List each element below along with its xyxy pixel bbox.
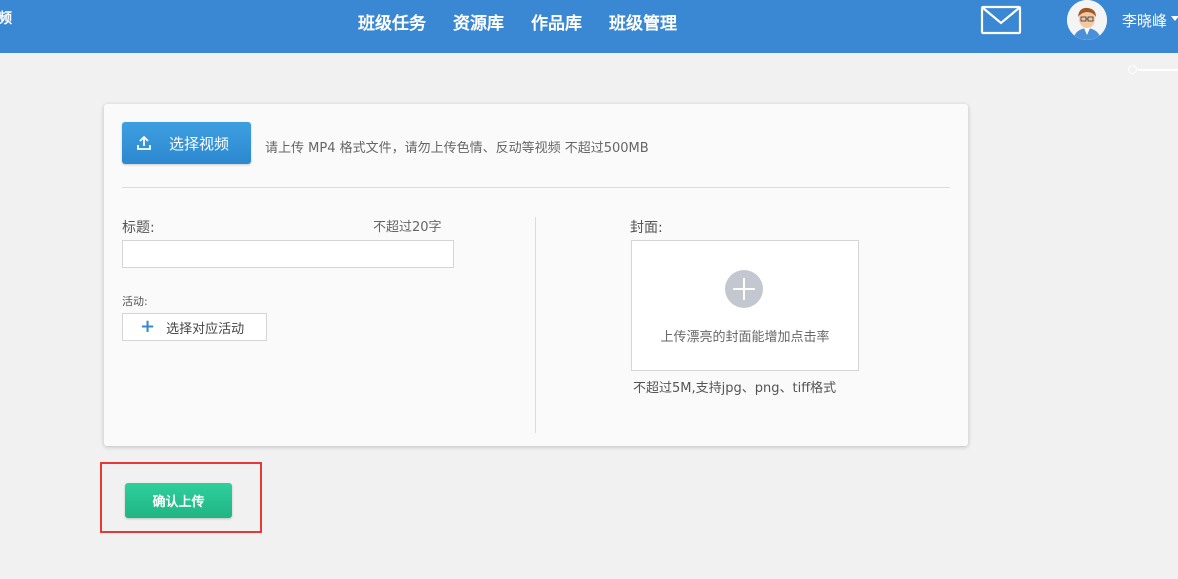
upload-card: 选择视频 请上传 MP4 格式文件，请勿上传色情、反动等视频 不超过500MB … <box>104 104 968 446</box>
cover-limit-hint: 不超过5M,支持jpg、png、tiff格式 <box>633 381 837 396</box>
mail-icon[interactable] <box>980 4 1022 36</box>
add-cover-icon <box>725 270 763 308</box>
cover-hint: 上传漂亮的封面能增加点击率 <box>660 330 830 345</box>
cover-upload-area[interactable]: 上传漂亮的封面能增加点击率 <box>631 240 859 371</box>
decorative-line <box>1138 69 1178 71</box>
select-video-button[interactable]: 选择视频 <box>122 122 251 164</box>
decorative-ring <box>1128 65 1137 74</box>
title-input[interactable] <box>122 240 454 268</box>
activity-label: 活动: <box>122 295 148 308</box>
vertical-divider <box>535 217 536 433</box>
nav-item-class-management[interactable]: 班级管理 <box>609 9 677 34</box>
nav-item-works-library[interactable]: 作品库 <box>531 9 582 34</box>
cover-label: 封面: <box>630 220 663 236</box>
select-video-label: 选择视频 <box>169 134 230 153</box>
brand-text-fragment: 频 <box>0 11 12 27</box>
top-navbar: 频 班级任务 资源库 作品库 班级管理 李晓峰 <box>0 0 1178 53</box>
upload-icon <box>137 135 151 150</box>
select-activity-label: 选择对应活动 <box>166 321 245 337</box>
avatar[interactable] <box>1067 0 1107 40</box>
nav-item-class-tasks[interactable]: 班级任务 <box>358 9 426 34</box>
username[interactable]: 李晓峰 <box>1122 10 1167 31</box>
nav-item-resource-library[interactable]: 资源库 <box>453 9 504 34</box>
title-limit-hint: 不超过20字 <box>373 220 442 235</box>
confirm-upload-button[interactable]: 确认上传 <box>125 483 232 518</box>
upload-hint: 请上传 MP4 格式文件，请勿上传色情、反动等视频 不超过500MB <box>265 141 649 156</box>
avatar-illustration-icon <box>1067 0 1107 40</box>
main-nav: 班级任务 资源库 作品库 班级管理 <box>358 0 704 42</box>
plus-icon: + <box>140 316 156 337</box>
divider <box>122 187 950 188</box>
title-label: 标题: <box>122 220 155 236</box>
chevron-down-icon[interactable] <box>1171 16 1178 21</box>
select-activity-button[interactable]: + 选择对应活动 <box>122 313 267 341</box>
